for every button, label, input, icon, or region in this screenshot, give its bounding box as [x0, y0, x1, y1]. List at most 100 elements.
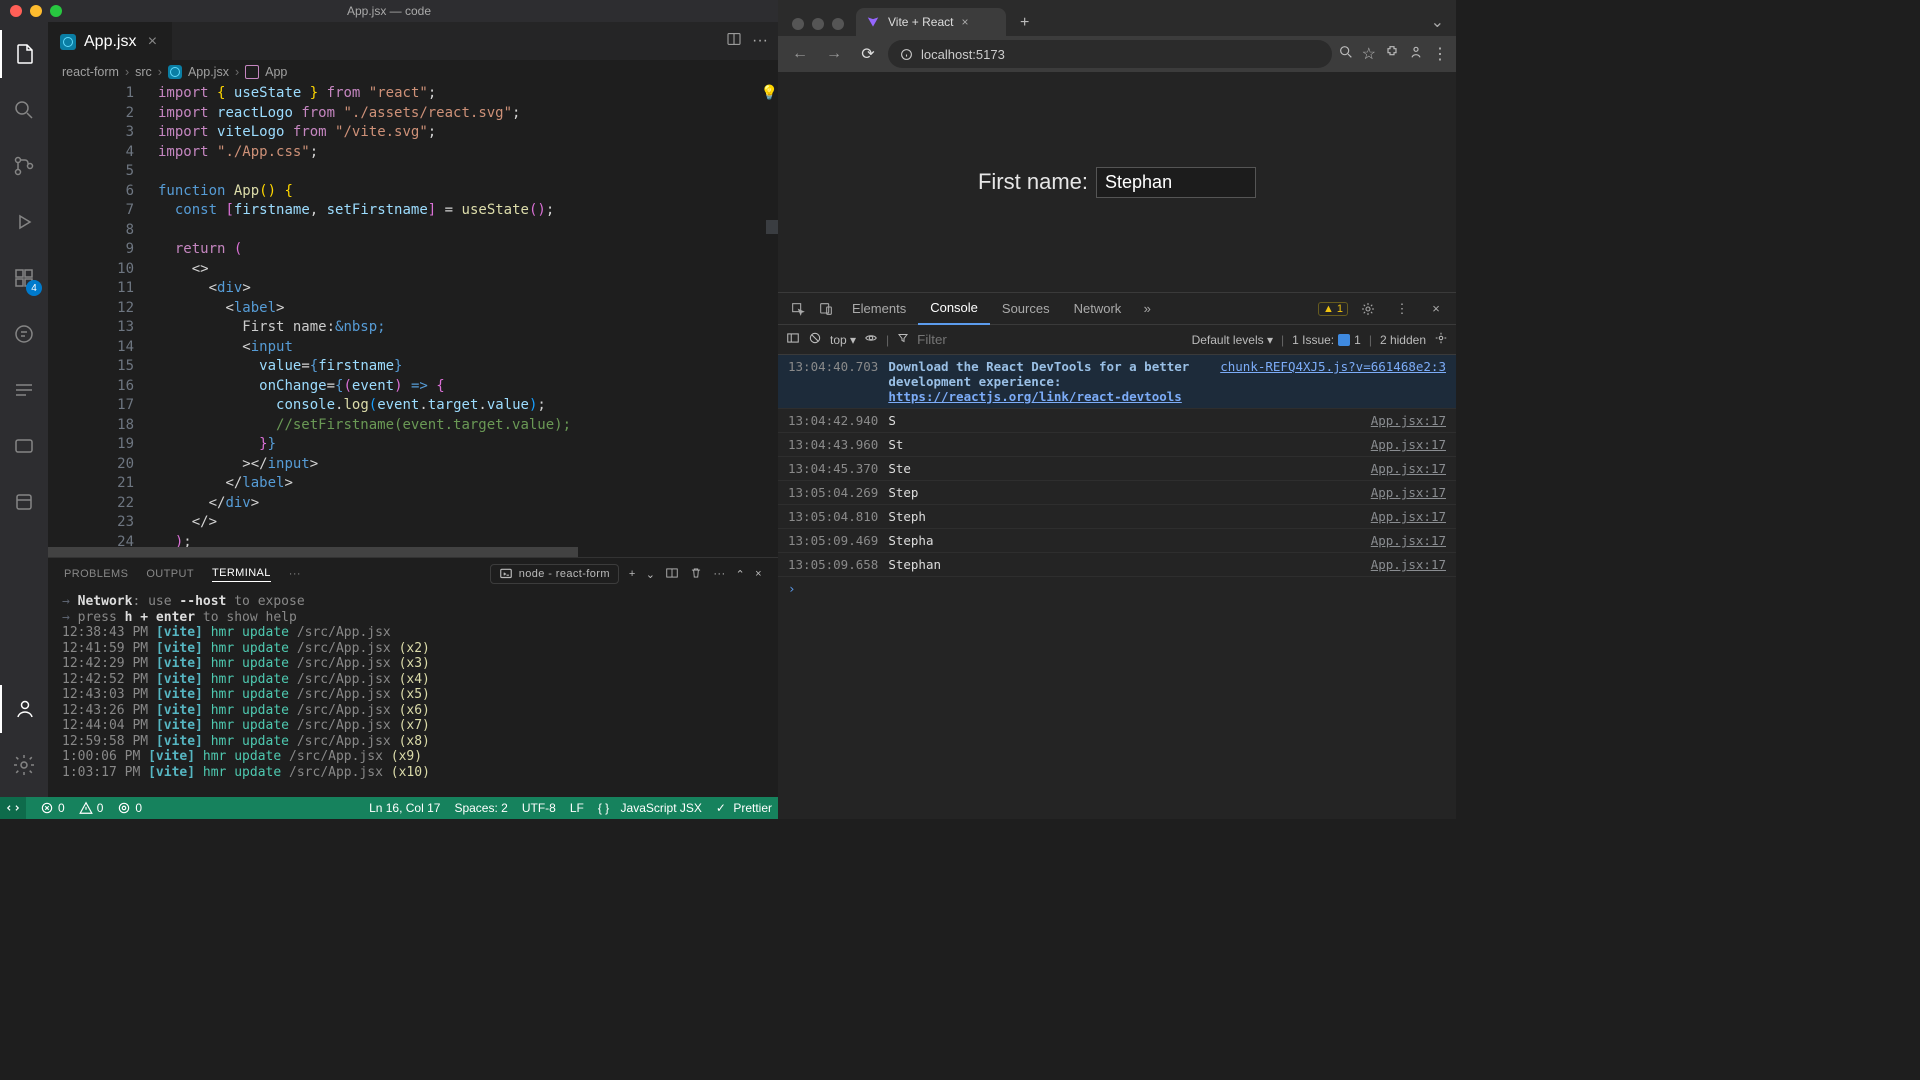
source-control-icon[interactable] [0, 142, 48, 190]
terminal-dropdown-icon[interactable]: ⌄ [646, 568, 656, 581]
error-count[interactable]: 0 [40, 801, 65, 815]
cursor-position[interactable]: Ln 16, Col 17 [369, 801, 440, 815]
source-link[interactable]: chunk-REFQ4XJ5.js?v=661468e2:3 [1220, 359, 1446, 404]
settings-gear-icon[interactable] [0, 741, 48, 789]
context-selector[interactable]: top ▾ [830, 333, 856, 347]
breadcrumb-item[interactable]: react-form [62, 65, 119, 79]
source-link[interactable]: App.jsx:17 [1371, 557, 1446, 572]
prettier-status[interactable]: ✓ Prettier [716, 801, 772, 815]
console-row[interactable]: 13:04:40.703Download the React DevTools … [778, 355, 1456, 409]
devtools-tab-console[interactable]: Console [918, 293, 990, 325]
reload-icon[interactable]: ⟳ [854, 40, 882, 68]
activity-item-6[interactable] [0, 366, 48, 414]
source-link[interactable]: App.jsx:17 [1371, 413, 1446, 428]
source-link[interactable]: App.jsx:17 [1371, 461, 1446, 476]
devtools-tab-network[interactable]: Network [1062, 293, 1134, 325]
firstname-input[interactable] [1096, 167, 1256, 198]
editor-tab-app-jsx[interactable]: App.jsx × [48, 22, 172, 60]
new-terminal-icon[interactable]: + [629, 568, 636, 580]
back-icon[interactable]: ← [786, 40, 814, 68]
traffic-close[interactable] [10, 5, 22, 17]
breadcrumb-item[interactable]: App [265, 65, 287, 79]
panel-tab-more[interactable]: ··· [289, 568, 301, 580]
activity-item-5[interactable] [0, 310, 48, 358]
bookmark-icon[interactable]: ☆ [1362, 44, 1376, 65]
editor-hscrollbar[interactable] [48, 547, 778, 557]
devtools-settings-icon[interactable] [1354, 295, 1382, 323]
browser-traffic-lights[interactable] [786, 18, 850, 36]
source-link[interactable]: App.jsx:17 [1371, 485, 1446, 500]
console-output[interactable]: 13:04:40.703Download the React DevTools … [778, 355, 1456, 819]
extensions-icon[interactable]: 4 [0, 254, 48, 302]
devtools-tab-elements[interactable]: Elements [840, 293, 918, 325]
language-mode[interactable]: { } JavaScript JSX [598, 801, 702, 815]
remote-indicator[interactable] [0, 797, 26, 819]
traffic-minimize[interactable] [30, 5, 42, 17]
new-tab-icon[interactable]: + [1012, 10, 1037, 36]
ports-count[interactable]: 0 [117, 801, 142, 815]
console-sidebar-icon[interactable] [786, 331, 800, 348]
close-tab-icon[interactable]: × [961, 15, 968, 29]
console-row[interactable]: 13:05:09.658StephanApp.jsx:17 [778, 553, 1456, 577]
source-link[interactable]: App.jsx:17 [1371, 509, 1446, 524]
terminal-content[interactable]: → Network: use --host to expose → press … [48, 590, 778, 797]
breadcrumb-item[interactable]: src [135, 65, 152, 79]
split-editor-icon[interactable] [726, 31, 742, 52]
zoom-icon[interactable] [1338, 44, 1354, 65]
console-row[interactable]: 13:04:42.940SApp.jsx:17 [778, 409, 1456, 433]
breadcrumbs[interactable]: react-form› src› App.jsx› App [48, 60, 778, 84]
address-bar[interactable]: localhost:5173 [888, 40, 1332, 68]
devtools-close-icon[interactable]: × [1422, 295, 1450, 323]
menu-icon[interactable]: ⋮ [1432, 44, 1448, 65]
console-row[interactable]: 13:05:04.810StephApp.jsx:17 [778, 505, 1456, 529]
devtools-warning-badge[interactable]: ▲ 1 [1318, 302, 1348, 316]
explorer-icon[interactable] [0, 30, 48, 78]
kill-terminal-icon[interactable] [689, 566, 703, 583]
panel-tab-output[interactable]: OUTPUT [146, 568, 194, 580]
activity-item-7[interactable] [0, 422, 48, 470]
panel-tab-problems[interactable]: PROBLEMS [64, 568, 128, 580]
inspect-element-icon[interactable] [784, 295, 812, 323]
maximize-panel-icon[interactable]: ⌃ [736, 568, 746, 581]
close-panel-icon[interactable]: × [755, 568, 762, 580]
activity-item-8[interactable] [0, 478, 48, 526]
warning-count[interactable]: 0 [79, 801, 104, 815]
console-settings-icon[interactable] [1434, 331, 1448, 348]
more-tabs-icon[interactable]: » [1133, 295, 1161, 323]
indent-spaces[interactable]: Spaces: 2 [454, 801, 507, 815]
extensions-icon[interactable] [1384, 44, 1400, 65]
site-info-icon[interactable] [900, 48, 913, 61]
console-row[interactable]: 13:04:45.370SteApp.jsx:17 [778, 457, 1456, 481]
log-levels-selector[interactable]: Default levels ▾ [1192, 333, 1273, 347]
console-row[interactable]: 13:04:43.960StApp.jsx:17 [778, 433, 1456, 457]
encoding[interactable]: UTF-8 [522, 801, 556, 815]
panel-tab-terminal[interactable]: TERMINAL [212, 567, 271, 582]
live-expression-icon[interactable] [864, 331, 878, 348]
browser-tab[interactable]: Vite + React × [856, 8, 1006, 36]
profile-icon[interactable] [1408, 44, 1424, 65]
hidden-messages[interactable]: 2 hidden [1380, 333, 1426, 347]
device-toolbar-icon[interactable] [812, 295, 840, 323]
search-icon[interactable] [0, 86, 48, 134]
code-editor[interactable]: 123456789101112131415161718192021222324 … [48, 84, 778, 547]
accounts-icon[interactable] [0, 685, 48, 733]
source-link[interactable]: App.jsx:17 [1371, 437, 1446, 452]
source-link[interactable]: App.jsx:17 [1371, 533, 1446, 548]
eol[interactable]: LF [570, 801, 584, 815]
console-prompt[interactable]: › [778, 577, 1456, 600]
terminal-task[interactable]: node - react-form [490, 564, 619, 584]
split-terminal-icon[interactable] [665, 566, 679, 583]
run-debug-icon[interactable] [0, 198, 48, 246]
close-tab-icon[interactable]: × [144, 33, 160, 51]
console-row[interactable]: 13:05:04.269StepApp.jsx:17 [778, 481, 1456, 505]
chevron-down-icon[interactable]: ⌄ [1427, 8, 1448, 36]
console-row[interactable]: 13:05:09.469StephaApp.jsx:17 [778, 529, 1456, 553]
minimap[interactable] [764, 84, 778, 547]
issues-indicator[interactable]: 1 Issue: 1 [1292, 333, 1361, 347]
more-actions-icon[interactable]: ··· [752, 32, 768, 50]
terminal-more-icon[interactable]: ··· [713, 568, 725, 580]
devtools-menu-icon[interactable]: ⋮ [1388, 295, 1416, 323]
console-filter-input[interactable] [917, 332, 1094, 347]
breadcrumb-item[interactable]: App.jsx [188, 65, 229, 79]
devtools-tab-sources[interactable]: Sources [990, 293, 1062, 325]
